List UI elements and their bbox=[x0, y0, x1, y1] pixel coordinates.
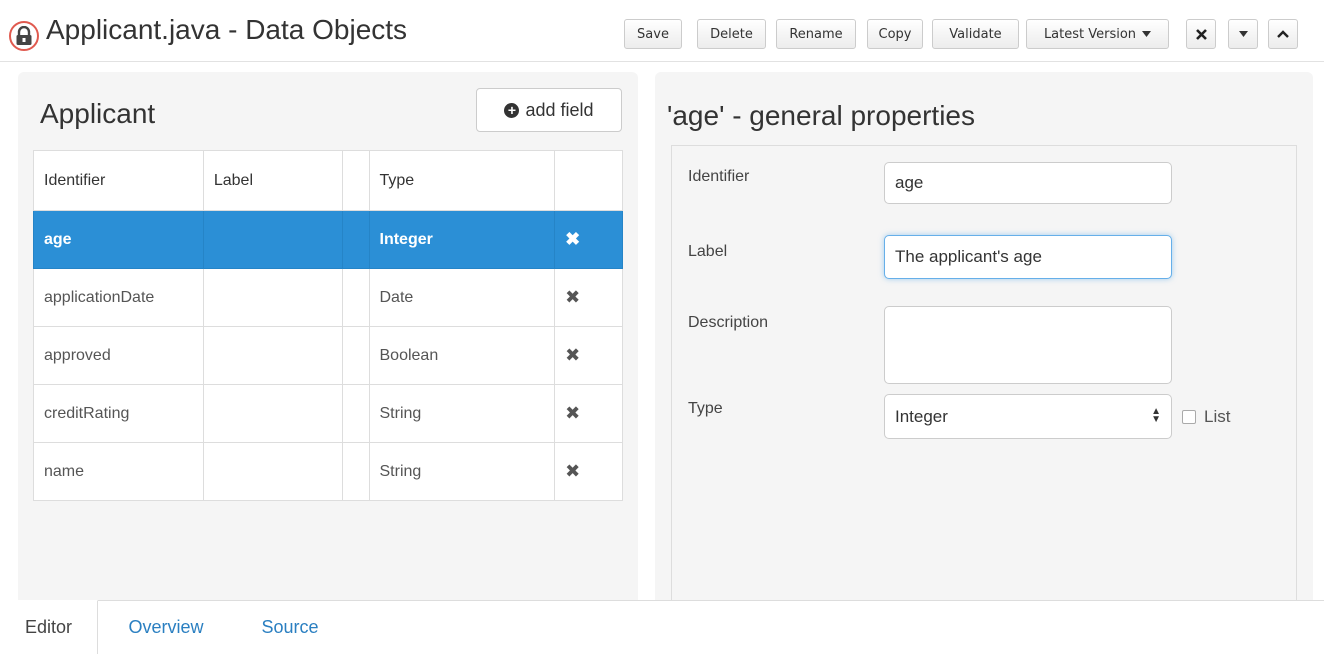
field-spacer bbox=[341, 384, 370, 443]
tab-editor[interactable]: Editor bbox=[0, 600, 98, 654]
select-arrows-icon: ▲ ▼ bbox=[1151, 406, 1161, 425]
field-identifier[interactable]: approved bbox=[33, 326, 204, 385]
maximize-button[interactable] bbox=[1268, 19, 1298, 49]
window-title: Applicant.java - Data Objects bbox=[46, 14, 408, 45]
field-type[interactable]: Boolean bbox=[368, 326, 556, 385]
field-type[interactable]: String bbox=[368, 442, 556, 501]
delete-field-icon[interactable]: ✖ bbox=[554, 442, 623, 501]
field-label[interactable] bbox=[202, 326, 343, 385]
latest-version-dropdown[interactable]: Latest Version bbox=[1026, 19, 1169, 49]
validate-button[interactable]: Validate bbox=[932, 19, 1019, 49]
field-identifier[interactable]: name bbox=[33, 442, 204, 501]
field-type[interactable]: Date bbox=[368, 268, 556, 327]
plus-circle-icon: + bbox=[504, 102, 520, 118]
field-label[interactable] bbox=[202, 384, 343, 443]
label-label: Label bbox=[688, 243, 728, 260]
delete-field-icon[interactable]: ✖ bbox=[554, 210, 623, 269]
delete-field-icon[interactable]: ✖ bbox=[554, 268, 623, 327]
add-field-label: add field bbox=[525, 99, 594, 120]
table-header-row: Identifier Label Type bbox=[33, 150, 623, 211]
list-checkbox[interactable] bbox=[1182, 410, 1196, 424]
description-label: Description bbox=[688, 314, 769, 331]
field-spacer bbox=[341, 268, 370, 327]
copy-button[interactable]: Copy bbox=[867, 19, 923, 49]
label-input[interactable]: The applicant's age bbox=[884, 235, 1172, 279]
table-row[interactable]: creditRating String ✖ bbox=[33, 384, 623, 443]
type-label: Type bbox=[688, 400, 723, 417]
column-header-type[interactable]: Type bbox=[368, 150, 556, 211]
latest-version-label: Latest Version bbox=[1043, 26, 1137, 42]
column-header-label[interactable]: Label bbox=[202, 150, 343, 211]
delete-field-icon[interactable]: ✖ bbox=[554, 326, 623, 385]
delete-field-icon[interactable]: ✖ bbox=[554, 384, 623, 443]
field-label[interactable] bbox=[202, 268, 343, 327]
field-spacer bbox=[341, 326, 370, 385]
identifier-input[interactable]: age bbox=[884, 162, 1172, 204]
data-object-title: Applicant bbox=[40, 98, 156, 129]
type-select-value: Integer bbox=[895, 406, 948, 426]
close-button[interactable] bbox=[1186, 19, 1216, 49]
rename-button[interactable]: Rename bbox=[776, 19, 856, 49]
field-label[interactable] bbox=[202, 210, 343, 269]
field-type[interactable]: String bbox=[368, 384, 556, 443]
identifier-label: Identifier bbox=[688, 168, 750, 185]
lock-icon[interactable] bbox=[9, 21, 39, 51]
field-label[interactable] bbox=[202, 442, 343, 501]
editor-tabs: Editor Overview Source bbox=[0, 600, 1324, 654]
table-row[interactable]: approved Boolean ✖ bbox=[33, 326, 623, 385]
list-label: List bbox=[1204, 407, 1231, 426]
collapse-menu-button[interactable] bbox=[1228, 19, 1258, 49]
table-row[interactable]: name String ✖ bbox=[33, 442, 623, 501]
table-row[interactable]: applicationDate Date ✖ bbox=[33, 268, 623, 327]
field-spacer bbox=[341, 442, 370, 501]
field-properties-panel: 'age' - general properties Identifier ag… bbox=[655, 72, 1313, 615]
data-object-panel: Applicant + add field Identifier Label T… bbox=[18, 72, 638, 612]
add-field-button[interactable]: + add field bbox=[476, 88, 622, 132]
close-icon bbox=[1195, 28, 1207, 40]
field-identifier[interactable]: creditRating bbox=[33, 384, 204, 443]
table-row[interactable]: age Integer ✖ bbox=[33, 210, 623, 269]
column-header-spacer bbox=[341, 150, 370, 211]
tab-source[interactable]: Source bbox=[240, 600, 340, 654]
column-header-actions bbox=[554, 150, 623, 211]
title-bar: Applicant.java - Data Objects Save Delet… bbox=[0, 0, 1324, 62]
column-header-identifier[interactable]: Identifier bbox=[33, 150, 204, 211]
field-type[interactable]: Integer bbox=[368, 210, 556, 269]
save-button[interactable]: Save bbox=[624, 19, 682, 49]
fields-table: Identifier Label Type age Integer ✖ appl… bbox=[33, 150, 623, 501]
field-identifier[interactable]: age bbox=[33, 210, 204, 269]
properties-title: 'age' - general properties bbox=[667, 100, 975, 131]
properties-form: Identifier age Label The applicant's age… bbox=[671, 145, 1297, 615]
field-spacer bbox=[341, 210, 370, 269]
type-select[interactable]: Integer ▲ ▼ bbox=[884, 394, 1172, 439]
chevron-up-icon bbox=[1277, 30, 1289, 38]
caret-down-icon bbox=[1142, 31, 1152, 37]
description-textarea[interactable] bbox=[884, 306, 1172, 384]
field-identifier[interactable]: applicationDate bbox=[33, 268, 204, 327]
tab-overview[interactable]: Overview bbox=[112, 600, 220, 654]
caret-down-icon bbox=[1238, 31, 1248, 37]
delete-button[interactable]: Delete bbox=[697, 19, 766, 49]
